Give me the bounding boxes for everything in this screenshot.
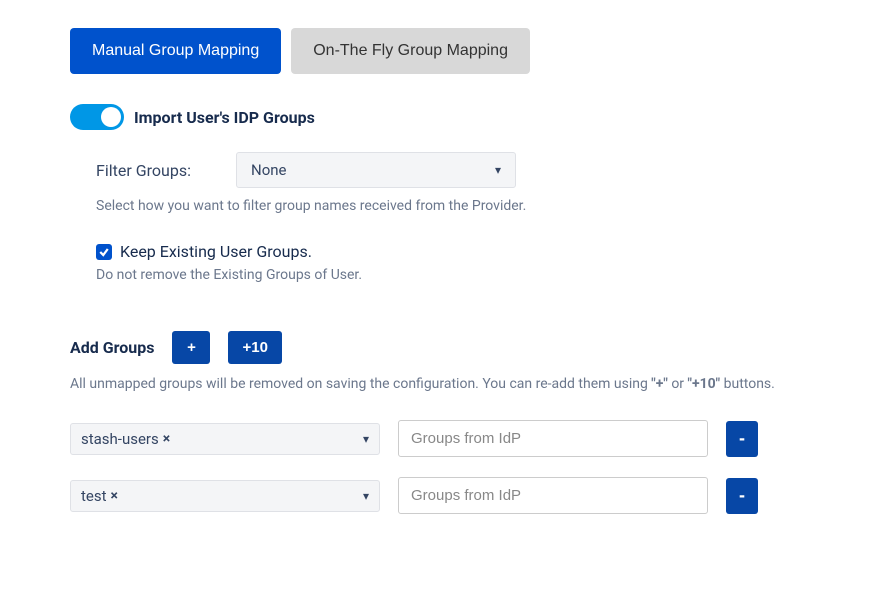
filter-groups-label: Filter Groups: xyxy=(96,161,206,180)
remove-row-button[interactable]: - xyxy=(726,478,758,514)
keep-existing-checkbox[interactable] xyxy=(96,244,112,260)
import-idp-groups-toggle[interactable] xyxy=(70,104,124,130)
filter-groups-row: Filter Groups: None ▾ xyxy=(96,152,806,188)
local-group-select[interactable]: stash-users × ▾ xyxy=(70,423,380,455)
add-groups-label: Add Groups xyxy=(70,338,154,357)
filter-groups-value: None xyxy=(251,161,287,179)
keep-existing-label: Keep Existing User Groups. xyxy=(120,242,312,261)
keep-existing-helper: Do not remove the Existing Groups of Use… xyxy=(96,267,806,283)
idp-group-input[interactable] xyxy=(398,420,708,457)
local-group-value: test xyxy=(81,487,107,505)
toggle-knob xyxy=(101,107,121,127)
group-mapping-row: test × ▾ - xyxy=(70,477,806,514)
tab-on-the-fly-group-mapping[interactable]: On-The Fly Group Mapping xyxy=(291,28,530,74)
tab-bar: Manual Group Mapping On-The Fly Group Ma… xyxy=(70,28,806,74)
import-idp-groups-row: Import User's IDP Groups xyxy=(70,104,806,130)
idp-group-input[interactable] xyxy=(398,477,708,514)
filter-groups-helper: Select how you want to filter group name… xyxy=(96,198,806,214)
keep-existing-row: Keep Existing User Groups. xyxy=(96,242,806,261)
check-icon xyxy=(98,246,110,258)
group-mapping-row: stash-users × ▾ - xyxy=(70,420,806,457)
add-one-button[interactable]: + xyxy=(172,331,210,364)
clear-tag-icon[interactable]: × xyxy=(111,488,118,504)
unmapped-info: All unmapped groups will be removed on s… xyxy=(70,376,806,392)
chevron-down-icon: ▾ xyxy=(363,489,369,503)
remove-row-button[interactable]: - xyxy=(726,421,758,457)
clear-tag-icon[interactable]: × xyxy=(163,431,170,447)
filter-groups-select[interactable]: None ▾ xyxy=(236,152,516,188)
chevron-down-icon: ▾ xyxy=(363,432,369,446)
import-idp-groups-label: Import User's IDP Groups xyxy=(134,108,315,127)
add-groups-row: Add Groups + +10 xyxy=(70,331,806,364)
local-group-value: stash-users xyxy=(81,430,159,448)
tab-manual-group-mapping[interactable]: Manual Group Mapping xyxy=(70,28,281,74)
add-ten-button[interactable]: +10 xyxy=(228,331,281,364)
local-group-select[interactable]: test × ▾ xyxy=(70,480,380,512)
chevron-down-icon: ▾ xyxy=(495,163,501,177)
